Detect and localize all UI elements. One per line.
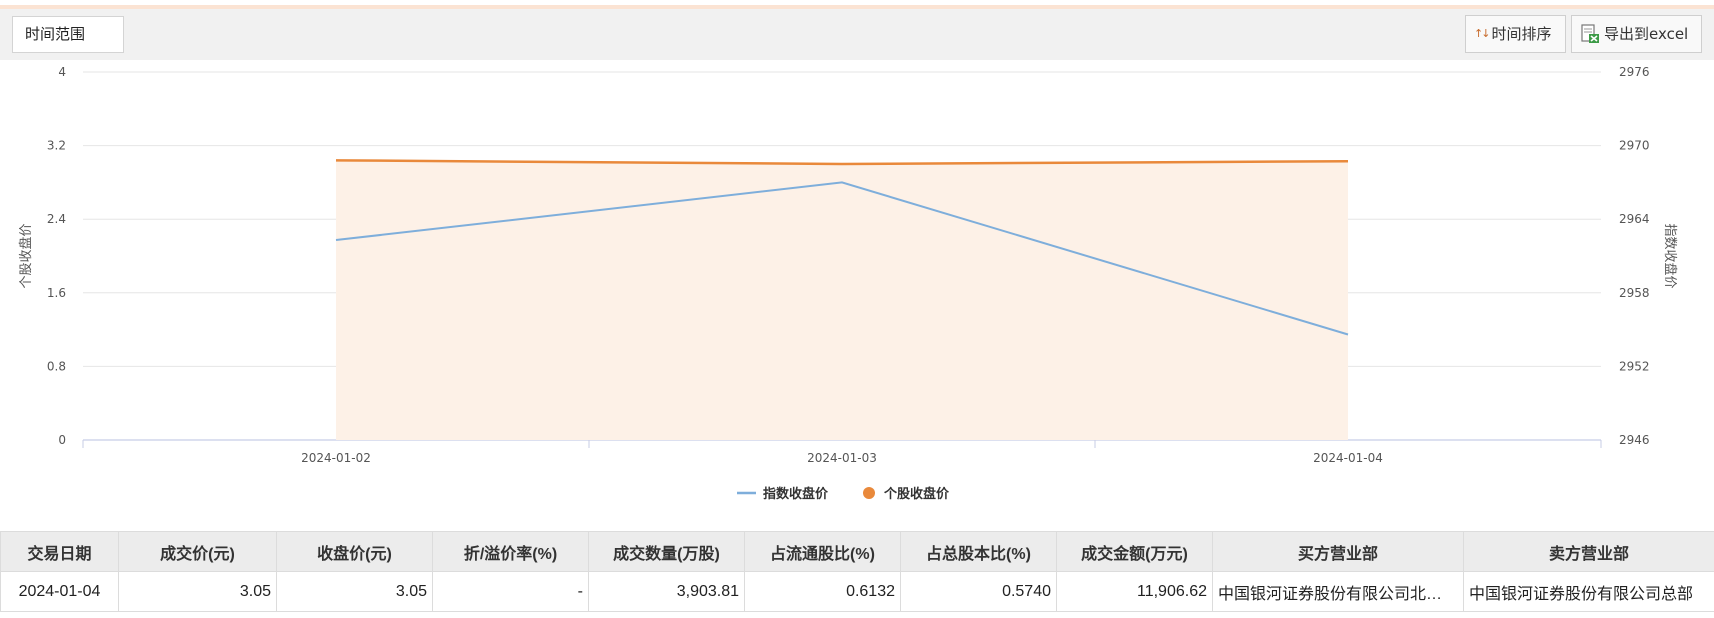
right-tick-label: 2952 [1619,359,1650,373]
right-tick-label: 2958 [1619,286,1650,300]
cell-volume: 3,903.81 [588,571,745,612]
col-header-premium-rate[interactable]: 折/溢价率(%) [432,531,589,572]
block-trade-table: 交易日期 成交价(元) 收盘价(元) 折/溢价率(%) 成交数量(万股) 占流通… [0,531,1714,612]
left-tick-label: 0.8 [47,359,66,373]
x-tick-label: 2024-01-03 [807,451,877,465]
cell-amount: 11,906.62 [1056,571,1213,612]
x-tick-label: 2024-01-02 [301,451,371,465]
right-axis-title: 指数收盘价 [1662,223,1678,288]
time-range-button[interactable]: 时间范围 [12,16,124,53]
time-sort-label: 时间排序 [1491,25,1552,43]
col-header-buyer[interactable]: 买方营业部 [1212,531,1464,572]
x-tick-label: 2024-01-04 [1313,451,1383,465]
cell-trade-date: 2024-01-04 [0,571,119,612]
right-tick-label: 2970 [1619,139,1650,153]
table-row: 2024-01-04 3.05 3.05 - 3,903.81 0.6132 0… [0,571,1714,612]
cell-buyer: 中国银河证券股份有限公司北… [1212,571,1464,612]
sort-arrows-icon: ↑↓ [1474,27,1491,40]
col-header-seller[interactable]: 卖方营业部 [1463,531,1714,572]
chart-svg: 4 3.2 2.4 1.6 0.8 0 2976 2970 2964 2958 2952 2946 20… [18,65,1678,502]
excel-icon [1581,24,1599,43]
stock-close-area [336,160,1348,440]
left-tick-label: 4 [58,65,66,79]
col-header-deal-price[interactable]: 成交价(元) [118,531,277,572]
export-excel-button[interactable]: 导出到excel [1571,15,1702,53]
right-tick-label: 2976 [1619,65,1650,79]
export-excel-label: 导出到excel [1604,25,1689,43]
cell-premium-rate: - [432,571,589,612]
cell-close-price: 3.05 [276,571,433,612]
cell-seller: 中国银河证券股份有限公司总部 [1463,571,1714,612]
left-tick-label: 1.6 [47,286,66,300]
legend-index-label: 指数收盘价 [763,486,829,502]
toolbar: 时间范围 ↑↓ 时间排序 导出到excel [0,9,1714,60]
time-sort-button[interactable]: ↑↓ 时间排序 [1465,15,1566,53]
table-header-row: 交易日期 成交价(元) 收盘价(元) 折/溢价率(%) 成交数量(万股) 占流通… [0,531,1714,572]
col-header-volume[interactable]: 成交数量(万股) [588,531,745,572]
left-axis-title: 个股收盘价 [18,223,34,288]
col-header-trade-date[interactable]: 交易日期 [0,531,119,572]
legend-stock-marker [863,487,875,499]
cell-deal-price: 3.05 [118,571,277,612]
left-tick-label: 0 [58,433,66,447]
col-header-total-ratio[interactable]: 占总股本比(%) [900,531,1057,572]
right-tick-label: 2964 [1619,212,1650,226]
col-header-amount[interactable]: 成交金额(万元) [1056,531,1213,572]
cell-float-ratio: 0.6132 [744,571,901,612]
col-header-float-ratio[interactable]: 占流通股比(%) [744,531,901,572]
cell-total-ratio: 0.5740 [900,571,1057,612]
legend-stock-label: 个股收盘价 [883,486,950,502]
col-header-close-price[interactable]: 收盘价(元) [276,531,433,572]
price-chart: 4 3.2 2.4 1.6 0.8 0 2976 2970 2964 2958 2952 2946 20… [0,60,1714,515]
right-tick-label: 2946 [1619,433,1650,447]
left-tick-label: 3.2 [47,139,66,153]
left-tick-label: 2.4 [47,212,66,226]
